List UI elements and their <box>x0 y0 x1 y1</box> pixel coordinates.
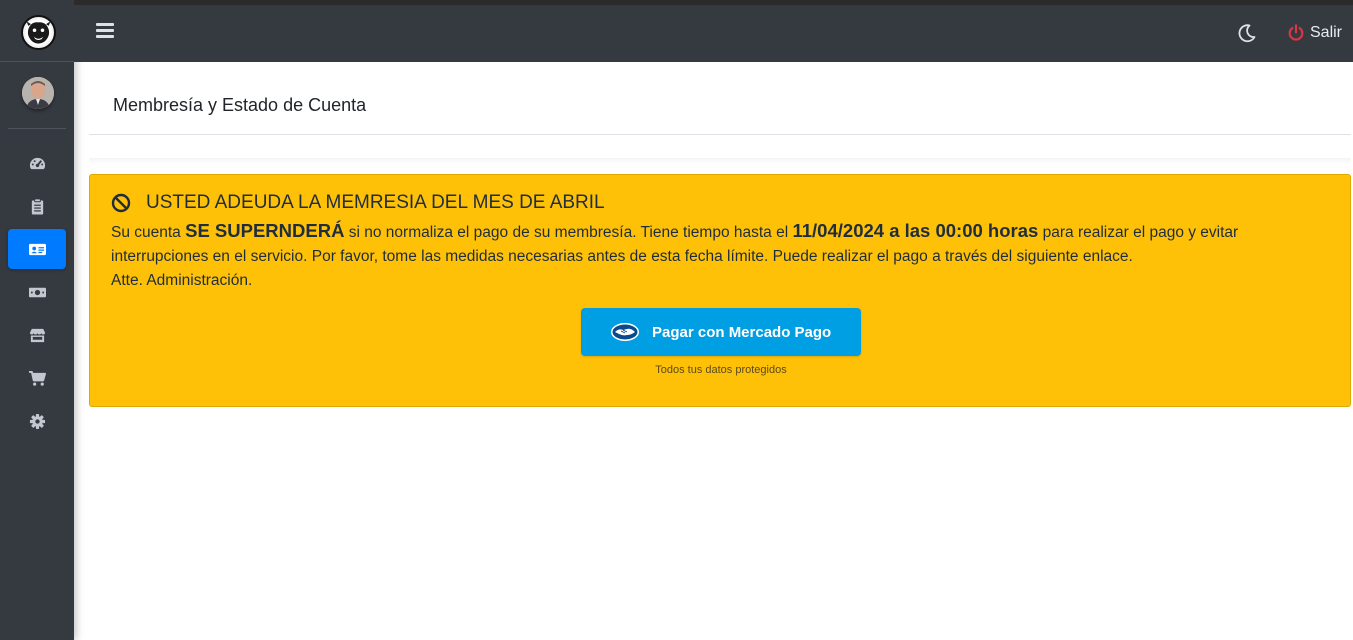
warning-alert: USTED ADEUDA LA MEMRESIA DEL MES DE ABRI… <box>89 174 1351 407</box>
user-avatar[interactable] <box>22 77 54 109</box>
clipboard-icon <box>31 197 43 215</box>
sidebar-item-settings[interactable] <box>8 401 66 441</box>
gear-icon <box>29 413 45 429</box>
page-title: Membresía y Estado de Cuenta <box>113 95 367 115</box>
bars-icon[interactable] <box>96 23 114 39</box>
sidebar-item-dashboard[interactable] <box>8 143 66 183</box>
id-card-icon <box>28 243 46 255</box>
moon-icon[interactable] <box>1237 23 1257 43</box>
content-header: Membresía y Estado de Cuenta <box>89 62 1351 135</box>
shopping-cart-icon <box>28 370 46 386</box>
logout-button[interactable]: Salir <box>1287 22 1342 44</box>
rottweiler-logo-icon[interactable] <box>21 15 56 50</box>
money-bill-icon <box>28 287 46 297</box>
alert-title: USTED ADEUDA LA MEMRESIA DEL MES DE ABRI… <box>146 192 605 213</box>
pay-mercadopago-button[interactable]: Pagar con Mercado Pago <box>581 308 861 356</box>
alert-text: Su cuenta <box>111 224 186 241</box>
pay-button-label: Pagar con Mercado Pago <box>652 323 832 341</box>
sidebar-nav <box>8 143 66 444</box>
mercadopago-handshake-icon <box>611 323 639 341</box>
sidebar-item-membership[interactable] <box>8 229 66 269</box>
power-icon <box>1288 24 1304 41</box>
logout-label: Salir <box>1310 24 1343 41</box>
alert-message: Su cuenta SE SUPERNDERÁ si no normaliza … <box>111 219 1336 293</box>
user-panel <box>8 62 66 129</box>
top-navbar: Salir <box>74 0 1353 62</box>
alert-text: si no normaliza el pago de su membresía.… <box>344 224 793 241</box>
divider <box>89 158 1351 164</box>
brand[interactable] <box>0 0 74 62</box>
sidebar-item-store[interactable] <box>8 315 66 355</box>
alert-signature: Atte. Administración. <box>111 272 253 289</box>
store-icon <box>29 328 45 342</box>
tachometer-icon <box>29 157 45 169</box>
ban-icon <box>111 193 131 213</box>
sidebar <box>0 0 74 640</box>
pay-note: Todos tus datos protegidos <box>655 364 787 376</box>
sidebar-item-clipboard[interactable] <box>8 186 66 226</box>
alert-heading: USTED ADEUDA LA MEMRESIA DEL MES DE ABRI… <box>111 192 605 214</box>
alert-deadline: 11/04/2024 a las 00:00 horas <box>792 220 1039 241</box>
alert-emphasis: SE SUPERNDERÁ <box>185 220 345 241</box>
sidebar-item-cart[interactable] <box>8 358 66 398</box>
sidebar-item-payments[interactable] <box>8 272 66 312</box>
